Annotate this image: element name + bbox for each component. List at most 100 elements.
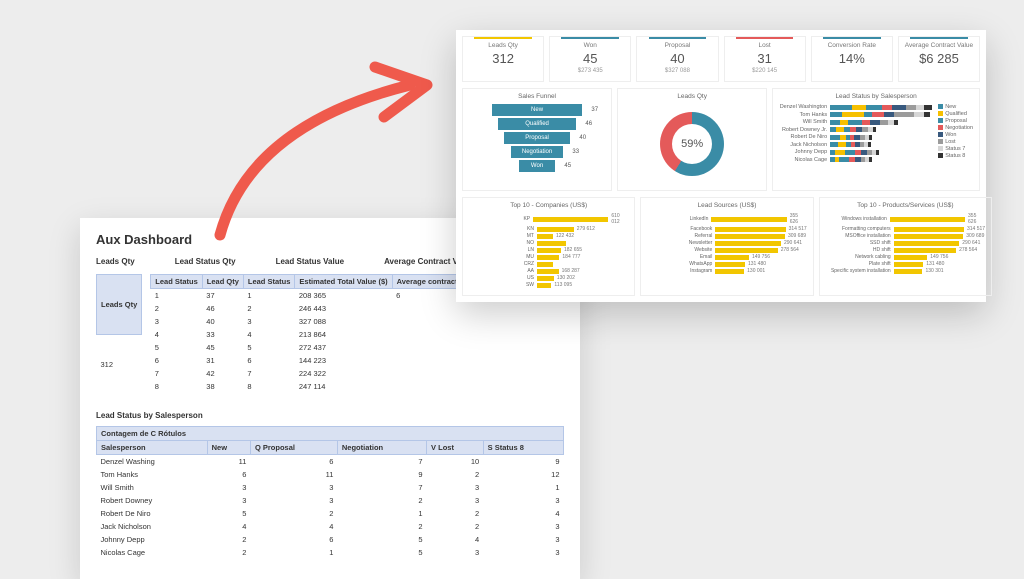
hbar-row: Referral309 689 (647, 233, 806, 239)
status-cell: 2 (151, 302, 203, 315)
sp-row: Johnny Depp (779, 149, 932, 155)
status-cell: 8 (243, 380, 295, 393)
sp-cell: 2 (250, 507, 337, 520)
sales-funnel-card: Sales Funnel New37Qualified46Proposal40N… (462, 88, 612, 191)
hbar-label: Formatting computers (826, 226, 894, 232)
sp-cell: Will Smith (97, 481, 208, 494)
kpi-label: Lost (728, 42, 802, 49)
funnel-bar: Won45 (519, 160, 555, 172)
status-hdr[interactable]: Lead Qty (202, 275, 243, 289)
sp-segment (894, 120, 898, 125)
sp-cell: 5 (207, 507, 250, 520)
aux-h-1: Lead Status Qty (175, 257, 236, 266)
sp-row: Nicolas Cage (779, 157, 932, 163)
sp-section-title: Lead Status by Salesperson (96, 411, 564, 420)
hbar-row: Website278 564 (647, 247, 806, 253)
hbar-value: 168 287 (562, 268, 580, 274)
sp-cell: 7 (337, 481, 426, 494)
legend-swatch (938, 146, 943, 151)
status-cell: 213 864 (295, 328, 392, 341)
sp-cell: Jack Nicholson (97, 520, 208, 533)
hbar-value: 610 012 (611, 213, 628, 225)
leads-qty-hdr[interactable]: Leads Qty (97, 275, 142, 335)
hbar-value: 131 480 (926, 261, 944, 267)
lead-status-table[interactable]: Lead StatusLead QtyLead StatusEstimated … (150, 274, 479, 393)
hbar-value: 113 095 (554, 282, 572, 288)
kpi-card[interactable]: Average Contract Value$6 285 (898, 36, 980, 82)
sp-cell: 3 (250, 481, 337, 494)
status-cell: 37 (202, 289, 243, 303)
hbar-row: KN279 612 (469, 226, 628, 232)
hbar-label: Plate shift (826, 261, 894, 267)
sp-segment (836, 127, 844, 132)
status-cell: 42 (202, 367, 243, 380)
sp-table[interactable]: Contagem de C Rótulos SalespersonNewQ Pr… (96, 426, 564, 559)
hbar-row: MT122 432 (469, 233, 628, 239)
status-hdr[interactable]: Lead Status (151, 275, 203, 289)
sp-segment (830, 120, 840, 125)
sp-cell: 1 (250, 546, 337, 559)
sp-cell: 4 (427, 533, 484, 546)
status-cell: 208 365 (295, 289, 392, 303)
sp-segment (884, 112, 894, 117)
sp-hdr[interactable]: Q Proposal (250, 441, 337, 455)
sp-cell: Johnny Depp (97, 533, 208, 546)
leads-qty-table[interactable]: Leads Qty 312 (96, 274, 142, 393)
kpi-card[interactable]: Proposal40$327 088 (636, 36, 718, 82)
kpi-card[interactable]: Won45$273 435 (549, 36, 631, 82)
kpi-sub: $273 435 (553, 68, 627, 74)
sp-segment (845, 150, 855, 155)
kpi-card[interactable]: Lost31$220 145 (724, 36, 806, 82)
sp-cell: 3 (427, 494, 484, 507)
status-cell: 1 (243, 289, 295, 303)
sp-hdr[interactable]: V Lost (427, 441, 484, 455)
kpi-card[interactable]: Leads Qty312 (462, 36, 544, 82)
legend-swatch (938, 111, 943, 116)
hbar-label: Instagram (647, 268, 715, 274)
sp-segment (924, 112, 930, 117)
hbar-value: 314 517 (789, 226, 807, 232)
kpi-value: 45 (553, 51, 627, 66)
legend-swatch (938, 153, 943, 158)
hbar-value: 355 626 (790, 213, 807, 225)
sp-cell: 3 (483, 546, 563, 559)
sp-segment (848, 120, 862, 125)
hbar-row: LN182 655 (469, 247, 628, 253)
hbar-label: Website (647, 247, 715, 253)
sp-cell: 11 (250, 468, 337, 481)
status-hdr[interactable]: Estimated Total Value ($) (295, 275, 392, 289)
sp-hdr[interactable]: New (207, 441, 250, 455)
hbar-label: Facebook (647, 226, 715, 232)
hbar-label: Newsletter (647, 240, 715, 246)
sp-hdr[interactable]: Negotiation (337, 441, 426, 455)
sp-cell: 4 (250, 520, 337, 533)
sp-segment (914, 112, 924, 117)
funnel-title: Sales Funnel (469, 93, 605, 100)
legend-swatch (938, 125, 943, 130)
status-cell: 5 (243, 341, 295, 354)
sp-cell: 2 (207, 546, 250, 559)
hbar-label: CRZ (469, 261, 537, 267)
sp-cell: 2 (337, 494, 426, 507)
hbar-label: KP (469, 216, 533, 222)
sp-h1[interactable]: Contagem de C Rótulos (97, 427, 564, 441)
hbar-row: CRZ (469, 261, 628, 267)
hbar-label: Specific system installation (826, 268, 894, 274)
kpi-card[interactable]: Conversion Rate14% (811, 36, 893, 82)
status-hdr[interactable]: Lead Status (243, 275, 295, 289)
sp-hdr[interactable]: Salesperson (97, 441, 208, 455)
status-cell: 38 (202, 380, 243, 393)
hbar (715, 241, 781, 246)
leads-donut-card: Leads Qty 59% (617, 88, 767, 191)
legend-item: Negotiation (938, 125, 973, 131)
hbar-row: AA168 287 (469, 268, 628, 274)
sp-hdr[interactable]: S Status 8 (483, 441, 563, 455)
hbar (537, 255, 559, 260)
hbar (537, 248, 561, 253)
hbar-row: Specific system installation130 301 (826, 268, 985, 274)
sp-cell: 3 (207, 481, 250, 494)
hbar (890, 217, 965, 222)
status-cell: 6 (151, 354, 203, 367)
hbar-value: 182 655 (564, 247, 582, 253)
status-cell: 5 (151, 341, 203, 354)
